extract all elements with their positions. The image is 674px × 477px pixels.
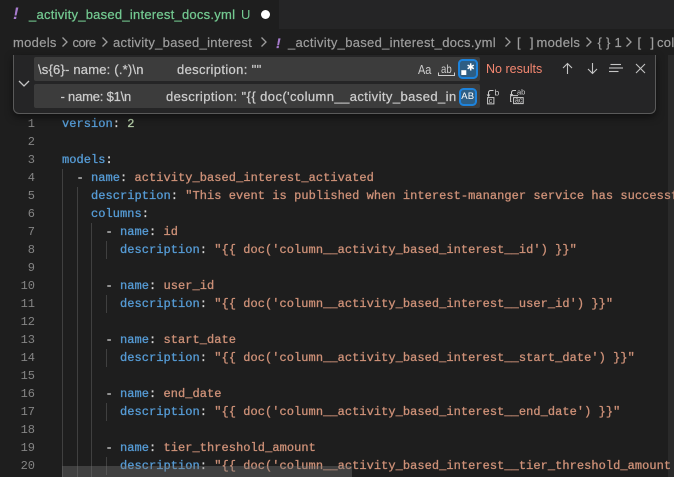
svg-text:ab: ab: [517, 88, 525, 97]
svg-text:b: b: [495, 88, 500, 98]
svg-text:c: c: [489, 98, 493, 105]
svg-text:ac: ac: [515, 98, 523, 105]
